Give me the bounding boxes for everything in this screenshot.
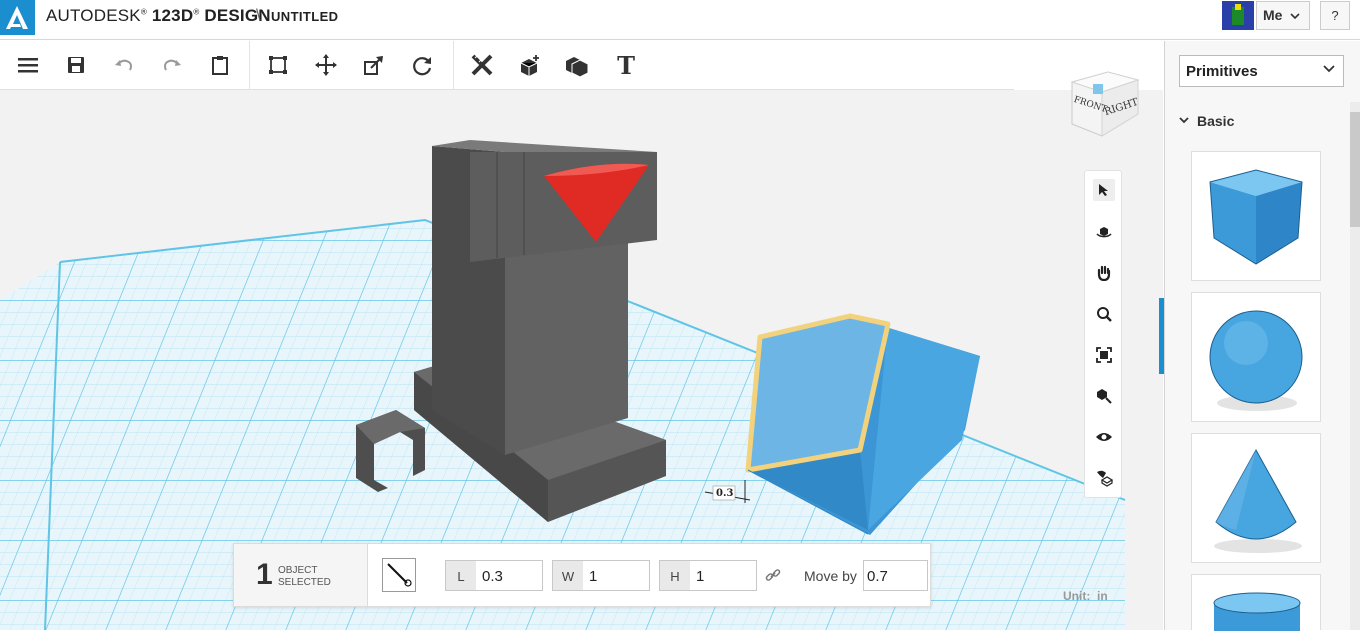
save-icon[interactable] <box>62 51 90 79</box>
right-panel: Primitives Basic <box>1164 41 1360 633</box>
measure-icon[interactable] <box>468 51 496 79</box>
primitives-icon[interactable] <box>516 51 544 79</box>
combine-icon[interactable] <box>563 51 591 79</box>
chevron-down-icon <box>1290 13 1300 20</box>
clipboard-icon[interactable] <box>206 51 234 79</box>
document-title[interactable]: UNTITLED <box>271 9 338 24</box>
primitives-dropdown[interactable]: Primitives <box>1179 55 1344 87</box>
length-value[interactable]: 0.3 <box>482 568 503 585</box>
app-title: AUTODESK® 123D® DESIGN <box>46 6 271 25</box>
view-cube[interactable]: FRONT RIGHT <box>1068 70 1140 140</box>
selection-count-box: 1 OBJECT SELECTED <box>234 544 368 606</box>
height-field[interactable]: H 1 <box>659 560 757 591</box>
link-icon[interactable] <box>765 567 781 583</box>
chevron-down-icon <box>1323 65 1335 73</box>
main-toolbar: T <box>0 41 1014 90</box>
scale-icon[interactable] <box>360 51 388 79</box>
avatar[interactable] <box>1222 1 1254 30</box>
redo-icon[interactable] <box>158 51 186 79</box>
sphere-primitive[interactable] <box>1191 292 1321 422</box>
material-icon[interactable] <box>1093 467 1115 489</box>
dimension-tag[interactable]: 0.3 <box>716 488 733 499</box>
toolbar-divider <box>453 41 454 90</box>
select-arrow-icon[interactable] <box>1093 179 1115 201</box>
chevron-down-icon <box>1179 117 1189 124</box>
navigation-bar <box>1084 170 1122 498</box>
selection-label-line1: OBJECT <box>278 565 318 576</box>
title-separator: \ <box>256 7 261 24</box>
orbit-icon[interactable] <box>1093 221 1115 243</box>
cone-primitive[interactable] <box>1191 433 1321 563</box>
length-label: L <box>446 561 476 590</box>
selection-count: 1 <box>256 558 273 591</box>
width-field[interactable]: W 1 <box>552 560 650 591</box>
box-primitive[interactable] <box>1191 151 1321 281</box>
smart-scale-icon[interactable] <box>264 51 292 79</box>
unit-indicator[interactable]: Unit: in <box>1063 589 1108 603</box>
selection-label-line2: SELECTED <box>278 577 331 588</box>
panel-scrollbar-thumb[interactable] <box>1350 112 1360 227</box>
cylinder-primitive[interactable] <box>1191 574 1321 633</box>
move-by-label: Move by <box>804 568 857 584</box>
undo-icon[interactable] <box>110 51 138 79</box>
autodesk-logo-icon[interactable] <box>0 0 35 35</box>
text-icon[interactable]: T <box>612 51 640 80</box>
pan-hand-icon[interactable] <box>1093 262 1115 284</box>
move-by-input[interactable]: 0.7 <box>863 560 928 591</box>
height-label: H <box>660 561 690 590</box>
selection-bar: 1 OBJECT SELECTED L 0.3 W 1 H 1 Move by … <box>233 543 931 607</box>
snap-button[interactable] <box>382 558 416 592</box>
toolbar-divider <box>249 41 250 90</box>
height-value[interactable]: 1 <box>696 568 704 585</box>
length-field[interactable]: L 0.3 <box>445 560 543 591</box>
snap-icon <box>387 563 412 587</box>
width-value[interactable]: 1 <box>589 568 597 585</box>
fit-view-icon[interactable] <box>1093 344 1115 366</box>
menu-icon[interactable] <box>14 51 42 79</box>
width-label: W <box>553 561 583 590</box>
help-button[interactable]: ? <box>1320 1 1350 30</box>
zoom-selected-icon[interactable] <box>1093 385 1115 407</box>
top-bar: AUTODESK® 123D® DESIGN \ UNTITLED Me ? <box>0 0 1360 40</box>
rotate-icon[interactable] <box>408 51 436 79</box>
zoom-icon[interactable] <box>1093 303 1115 325</box>
section-basic-header[interactable]: Basic <box>1179 113 1234 129</box>
move-icon[interactable] <box>312 51 340 79</box>
user-menu-button[interactable]: Me <box>1256 1 1310 30</box>
visibility-eye-icon[interactable] <box>1093 426 1115 448</box>
